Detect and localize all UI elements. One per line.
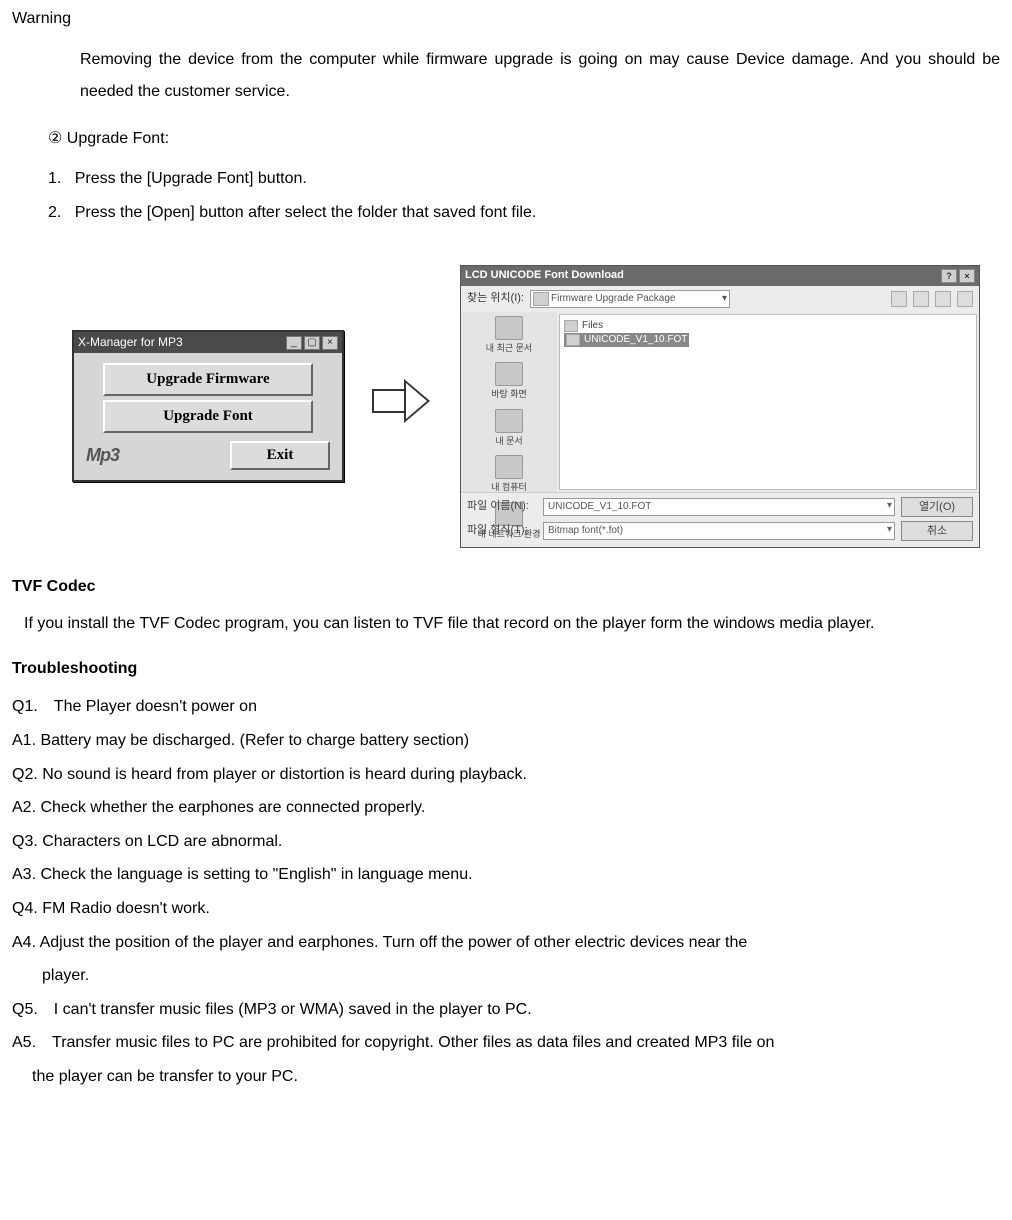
step1-num: 1. bbox=[48, 170, 61, 187]
filename-label: 파일 이름(N): bbox=[467, 499, 537, 514]
sidebar-item-desktop[interactable]: 바탕 화면 bbox=[491, 362, 527, 401]
sidebar-label: 내 컴퓨터 bbox=[491, 481, 527, 494]
sidebar-label: 바탕 화면 bbox=[491, 388, 527, 401]
step-1: 1. Press the [Upgrade Font] button. bbox=[48, 162, 1000, 196]
a5-line2: the player can be transfer to your PC. bbox=[32, 1060, 1000, 1094]
list-item-selected[interactable]: UNICODE_V1_10.FOT bbox=[564, 333, 689, 347]
figures-row: X-Manager for MP3 _ ▢ × Upgrade Firmware… bbox=[72, 265, 1000, 547]
upgrade-font-label: Upgrade Font: bbox=[67, 130, 169, 147]
xmanager-body: Upgrade Firmware Upgrade Font Mp3 Exit bbox=[74, 353, 342, 480]
lookin-label: 찾는 위치(I): bbox=[467, 291, 524, 306]
lookin-combo[interactable]: Firmware Upgrade Package bbox=[530, 290, 730, 308]
sidebar-item-documents[interactable]: 내 문서 bbox=[495, 409, 523, 448]
xmanager-footer: Mp3 Exit bbox=[80, 441, 336, 474]
cancel-button[interactable]: 취소 bbox=[901, 521, 973, 541]
tvf-codec-text: If you install the TVF Codec program, yo… bbox=[24, 608, 1000, 640]
a3: A3. Check the language is setting to "En… bbox=[12, 858, 1000, 892]
step2-num: 2. bbox=[48, 204, 61, 221]
file-dialog-window: LCD UNICODE Font Download ? × 찾는 위치(I): … bbox=[460, 265, 980, 547]
arrow-right-icon bbox=[372, 373, 432, 429]
sidebar-label: 내 문서 bbox=[495, 435, 522, 448]
folder-icon bbox=[564, 320, 578, 332]
upgrade-firmware-button[interactable]: Upgrade Firmware bbox=[103, 363, 313, 396]
mp3-logo: Mp3 bbox=[86, 443, 119, 468]
folder-name: Files bbox=[582, 319, 603, 333]
q5: Q5. I can't transfer music files (MP3 or… bbox=[12, 993, 1000, 1027]
xmanager-titlebar: X-Manager for MP3 _ ▢ × bbox=[74, 332, 342, 353]
step-2: 2. Press the [Open] button after select … bbox=[48, 196, 1000, 230]
views-icon[interactable] bbox=[957, 291, 973, 307]
computer-icon bbox=[495, 455, 523, 479]
step2-text: Press the [Open] button after select the… bbox=[75, 204, 537, 221]
troubleshooting-list: Q1. The Player doesn't power on A1. Batt… bbox=[12, 690, 1000, 1093]
file-dialog-main: 내 최근 문서 바탕 화면 내 문서 내 컴퓨터 내 네트워크 환경 Files… bbox=[461, 312, 979, 492]
file-dialog-titlebar: LCD UNICODE Font Download ? × bbox=[461, 266, 979, 285]
q3: Q3. Characters on LCD are abnormal. bbox=[12, 825, 1000, 859]
documents-icon bbox=[495, 409, 523, 433]
filetype-combo[interactable]: Bitmap font(*.fot) bbox=[543, 522, 895, 540]
sidebar-item-recent[interactable]: 내 최근 문서 bbox=[486, 316, 532, 355]
a2: A2. Check whether the earphones are conn… bbox=[12, 791, 1000, 825]
maximize-button[interactable]: ▢ bbox=[304, 336, 320, 350]
a4-line1: A4. Adjust the position of the player an… bbox=[12, 926, 1000, 960]
file-list[interactable]: Files UNICODE_V1_10.FOT bbox=[559, 314, 977, 490]
window-controls: _ ▢ × bbox=[286, 336, 338, 350]
warning-heading: Warning bbox=[12, 8, 1000, 30]
selected-file-name: UNICODE_V1_10.FOT bbox=[584, 333, 687, 347]
upgrade-font-heading: ② Upgrade Font: bbox=[48, 122, 1000, 156]
filetype-label: 파일 형식(T): bbox=[467, 523, 537, 538]
circled-marker: ② bbox=[48, 130, 62, 147]
warning-text: Removing the device from the computer wh… bbox=[80, 44, 1000, 108]
troubleshooting-heading: Troubleshooting bbox=[12, 658, 1000, 680]
a5-line1: A5. Transfer music files to PC are prohi… bbox=[12, 1026, 1000, 1060]
back-icon[interactable] bbox=[891, 291, 907, 307]
tvf-codec-heading: TVF Codec bbox=[12, 576, 1000, 598]
q1: Q1. The Player doesn't power on bbox=[12, 690, 1000, 724]
q4: Q4. FM Radio doesn't work. bbox=[12, 892, 1000, 926]
desktop-icon bbox=[495, 362, 523, 386]
file-dialog-title: LCD UNICODE Font Download bbox=[465, 268, 624, 283]
sidebar-item-computer[interactable]: 내 컴퓨터 bbox=[491, 455, 527, 494]
sidebar-label: 내 최근 문서 bbox=[486, 342, 532, 355]
file-dialog-toolbar: 찾는 위치(I): Firmware Upgrade Package bbox=[461, 286, 979, 312]
upgrade-font-button[interactable]: Upgrade Font bbox=[103, 400, 313, 433]
close-button[interactable]: × bbox=[959, 269, 975, 283]
help-button[interactable]: ? bbox=[941, 269, 957, 283]
list-item-folder[interactable]: Files bbox=[564, 319, 972, 333]
q2: Q2. No sound is heard from player or dis… bbox=[12, 758, 1000, 792]
exit-button[interactable]: Exit bbox=[230, 441, 330, 470]
filename-input[interactable]: UNICODE_V1_10.FOT bbox=[543, 498, 895, 516]
a1: A1. Battery may be discharged. (Refer to… bbox=[12, 724, 1000, 758]
recent-icon bbox=[495, 316, 523, 340]
open-button[interactable]: 열기(O) bbox=[901, 497, 973, 517]
places-sidebar: 내 최근 문서 바탕 화면 내 문서 내 컴퓨터 내 네트워크 환경 bbox=[461, 312, 557, 492]
up-icon[interactable] bbox=[913, 291, 929, 307]
close-button[interactable]: × bbox=[322, 336, 338, 350]
xmanager-window: X-Manager for MP3 _ ▢ × Upgrade Firmware… bbox=[72, 330, 344, 482]
newfolder-icon[interactable] bbox=[935, 291, 951, 307]
xmanager-title: X-Manager for MP3 bbox=[78, 334, 183, 351]
minimize-button[interactable]: _ bbox=[286, 336, 302, 350]
step1-text: Press the [Upgrade Font] button. bbox=[75, 170, 307, 187]
a4-line2: player. bbox=[42, 959, 1000, 993]
file-icon bbox=[566, 334, 580, 346]
